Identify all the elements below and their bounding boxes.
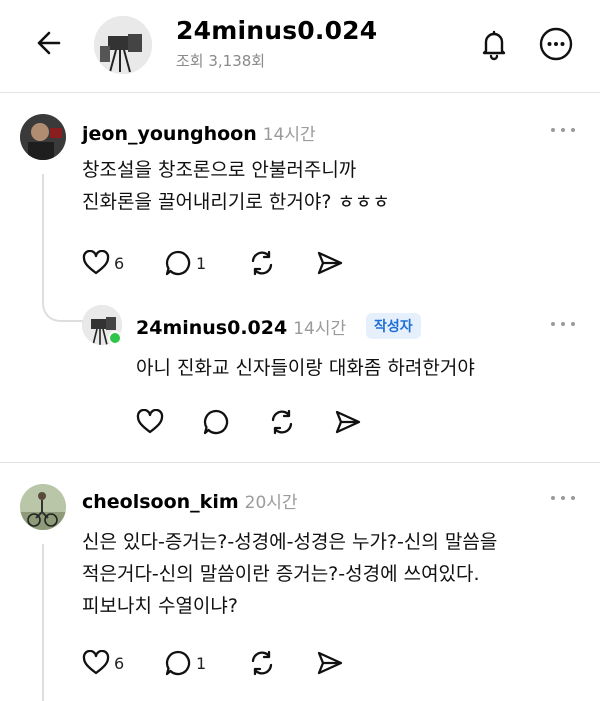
comment-more-button[interactable] bbox=[551, 125, 575, 135]
send-icon bbox=[317, 651, 343, 675]
username-text: jeon_younghoon bbox=[82, 123, 257, 145]
comment-username[interactable]: cheolsoon_kim 20시간 bbox=[82, 488, 298, 513]
like-count: 6 bbox=[114, 253, 125, 273]
username-text: 24minus0.024 bbox=[136, 317, 288, 339]
reply-more-button[interactable] bbox=[551, 319, 575, 329]
online-status-dot bbox=[108, 331, 122, 345]
repost-icon bbox=[271, 409, 293, 435]
more-circle-icon bbox=[539, 27, 573, 61]
reply-time: 14시간 bbox=[293, 319, 347, 339]
comment-more-button[interactable] bbox=[551, 493, 575, 503]
reply-text: 아니 진화교 신자들이랑 대화좀 하려한거야 bbox=[136, 357, 475, 379]
comment-avatar[interactable] bbox=[20, 114, 66, 160]
profile-avatar[interactable] bbox=[94, 16, 152, 74]
view-count: 조회 3,138회 bbox=[176, 52, 266, 70]
reply-username[interactable]: 24minus0.024 14시간 bbox=[136, 314, 346, 339]
repost-button[interactable] bbox=[248, 249, 276, 277]
speech-bubble-icon bbox=[203, 409, 229, 435]
comment-time: 20시간 bbox=[244, 493, 298, 513]
share-button[interactable] bbox=[316, 650, 344, 676]
username-text: cheolsoon_kim bbox=[82, 491, 239, 513]
comment-text: 신은 있다-증거는?-성경에-성경은 누가?-신의 말씀을 적은거다-신의 말씀… bbox=[82, 531, 498, 617]
speech-bubble-icon bbox=[165, 250, 191, 276]
reply-reply-button[interactable] bbox=[202, 408, 230, 436]
share-button[interactable] bbox=[316, 250, 344, 276]
back-button[interactable] bbox=[30, 26, 64, 60]
avatar-image bbox=[20, 114, 66, 160]
speech-bubble-icon bbox=[165, 650, 191, 676]
like-button[interactable]: 6 bbox=[82, 250, 124, 276]
reply-count: 1 bbox=[196, 253, 207, 273]
heart-icon bbox=[136, 409, 164, 434]
comment-divider bbox=[0, 462, 600, 463]
like-button[interactable]: 6 bbox=[82, 650, 124, 676]
author-badge: 작성자 bbox=[366, 313, 421, 339]
thread-line bbox=[42, 174, 44, 298]
reply-count: 1 bbox=[196, 653, 207, 673]
thread-line bbox=[42, 544, 44, 701]
thread-connector bbox=[42, 296, 86, 322]
avatar-image bbox=[94, 16, 152, 74]
heart-icon bbox=[82, 250, 110, 275]
send-icon bbox=[317, 251, 343, 275]
page-title: 24minus0.024 bbox=[176, 16, 378, 45]
notification-button[interactable] bbox=[474, 24, 514, 64]
send-icon bbox=[335, 410, 361, 434]
avatar-image bbox=[20, 484, 66, 530]
repost-icon bbox=[251, 650, 273, 676]
more-options-button[interactable] bbox=[536, 24, 576, 64]
like-count: 6 bbox=[114, 653, 125, 673]
bell-icon bbox=[482, 30, 506, 61]
reply-like-button[interactable] bbox=[136, 409, 164, 435]
reply-button[interactable]: 1 bbox=[164, 249, 206, 277]
comment-text: 창조설을 창조론으로 안불러주니까 진화론을 끌어내리기로 한거야? ㅎㅎㅎ bbox=[82, 159, 390, 213]
arrow-left-icon bbox=[37, 31, 61, 55]
top-bar: 24minus0.024 조회 3,138회 bbox=[0, 0, 600, 92]
reply-repost-button[interactable] bbox=[268, 408, 296, 436]
comment-username[interactable]: jeon_younghoon 14시간 bbox=[82, 120, 316, 145]
reply-share-button[interactable] bbox=[334, 409, 362, 435]
heart-icon bbox=[82, 650, 110, 675]
repost-button[interactable] bbox=[248, 649, 276, 677]
comment-avatar[interactable] bbox=[20, 484, 66, 530]
reply-button[interactable]: 1 bbox=[164, 649, 206, 677]
repost-icon bbox=[251, 250, 273, 276]
header-divider bbox=[0, 92, 600, 93]
comment-time: 14시간 bbox=[262, 125, 316, 145]
